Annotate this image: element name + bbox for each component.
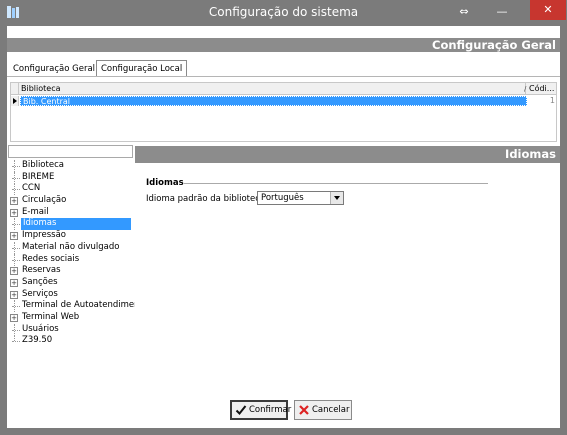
- expand-icon[interactable]: +: [10, 290, 18, 299]
- dialog-client: Configuração Geral Configuração Geral Co…: [7, 26, 560, 428]
- tree-filter-input[interactable]: [8, 145, 133, 158]
- tree-item-label: BIREME: [22, 171, 55, 182]
- restore-icon[interactable]: ⇔: [453, 3, 475, 21]
- cell-biblioteca[interactable]: Bib. Central: [20, 96, 527, 106]
- table-row[interactable]: Bib. Central 1: [11, 96, 556, 106]
- tree-item-label: Serviços: [22, 288, 58, 299]
- tree-item-reservas[interactable]: + Reservas: [9, 265, 135, 277]
- row-indicator: [11, 96, 19, 106]
- tree-item-label: Circulação: [22, 195, 67, 206]
- title-bar[interactable]: Configuração do sistema ⇔ — ✕: [0, 0, 567, 26]
- tree-item-label: Redes sociais: [22, 253, 80, 264]
- tree-item-impressao[interactable]: + Impressão: [9, 230, 135, 242]
- tree-item-biblioteca[interactable]: Biblioteca: [9, 160, 135, 172]
- tree-branch: [12, 224, 20, 226]
- tree-item-servicos[interactable]: + Serviços: [9, 289, 135, 301]
- sort-icon: /: [524, 85, 527, 93]
- window-title: Configuração do sistema: [208, 5, 359, 19]
- expand-icon[interactable]: +: [10, 232, 18, 241]
- cancel-button-label: Cancelar: [312, 405, 350, 415]
- tree-item-label: Reservas: [22, 265, 61, 276]
- tree-branch: [12, 329, 20, 331]
- tree-item-label: Biblioteca: [22, 160, 64, 170]
- tree-item-ccn[interactable]: CCN: [9, 183, 135, 196]
- tree-item-email[interactable]: + E-mail: [9, 207, 135, 219]
- expand-icon[interactable]: +: [10, 208, 18, 217]
- language-field-label: Idioma padrão da biblioteca: [146, 194, 266, 204]
- tab-divider: [7, 76, 560, 77]
- tree-item-label: E-mail: [22, 206, 49, 217]
- minimize-icon[interactable]: —: [491, 3, 513, 21]
- tree-item-label: CCN: [22, 183, 41, 194]
- checkmark-icon: [235, 405, 247, 415]
- tree-branch: [12, 189, 20, 191]
- tree-item-bireme[interactable]: BIREME: [9, 171, 135, 184]
- column-header-biblioteca-label: Biblioteca: [21, 84, 61, 93]
- current-row-arrow-icon: [13, 98, 17, 104]
- tree-item-label: Sanções: [22, 276, 58, 287]
- tree-item-label: Z39.50: [22, 335, 53, 346]
- tree-item-label: Impressão: [22, 230, 66, 241]
- tree-branch: [12, 166, 20, 167]
- grid-header: Biblioteca / Códi...: [11, 83, 556, 95]
- tree-item-label: Terminal Web: [22, 311, 80, 322]
- tree-item-terminal-web[interactable]: + Terminal Web: [9, 312, 135, 324]
- tree-branch: [12, 306, 20, 308]
- cancel-x-icon: [299, 405, 309, 415]
- settings-detail-panel: Idiomas Idiomas Idioma padrão da bibliot…: [135, 144, 560, 428]
- chevron-down-icon[interactable]: [330, 192, 343, 204]
- confirm-button[interactable]: Confirmar: [230, 400, 292, 420]
- tree-item-circulacao[interactable]: + Circulação: [9, 195, 135, 207]
- tree-item-z3950[interactable]: Z39.50: [9, 335, 135, 347]
- column-header-codigo[interactable]: Códi...: [529, 83, 557, 95]
- tab-configuracao-local[interactable]: Configuração Local: [96, 60, 188, 77]
- tree-branch: [12, 259, 20, 261]
- tree-branch: [12, 341, 20, 343]
- grid-indicator-header: [11, 83, 19, 95]
- config-window: Configuração do sistema ⇔ — ✕ Configuraç…: [0, 0, 567, 435]
- tree-item-redes-sociais[interactable]: Redes sociais: [9, 253, 135, 266]
- tree-item-label: Usuários: [22, 323, 59, 334]
- tree-item-label: Terminal de Autoatendiment: [22, 300, 143, 311]
- expand-icon[interactable]: +: [10, 197, 18, 206]
- confirm-button-label: Confirmar: [249, 405, 292, 415]
- section-banner-title: Idiomas: [505, 147, 556, 161]
- tree-item-label: Material não divulgado: [22, 241, 120, 252]
- language-select-value: Português: [261, 193, 304, 203]
- language-select[interactable]: Português: [257, 191, 344, 205]
- group-title: Idiomas: [146, 178, 184, 188]
- cell-codigo[interactable]: 1: [529, 96, 556, 106]
- group-divider: [184, 183, 488, 184]
- expand-icon[interactable]: +: [10, 278, 18, 287]
- tree-item-sancoes[interactable]: + Sanções: [9, 277, 135, 289]
- tree-item-usuarios[interactable]: Usuários: [9, 323, 135, 336]
- tree-branch: [12, 177, 20, 179]
- tree-item-idiomas[interactable]: Idiomas: [9, 218, 135, 231]
- expand-icon[interactable]: +: [10, 267, 18, 276]
- expand-icon[interactable]: +: [10, 313, 18, 322]
- cancel-button[interactable]: Cancelar: [294, 400, 352, 420]
- header-banner: Configuração Geral: [7, 38, 560, 52]
- close-button[interactable]: ✕: [530, 0, 566, 20]
- column-header-biblioteca[interactable]: Biblioteca /: [21, 83, 526, 95]
- library-grid[interactable]: Biblioteca / Códi... Bib. Central 1: [10, 82, 557, 142]
- settings-tree-panel: Biblioteca BIREME CCN + Circulação + E-mai…: [7, 144, 143, 428]
- tree-branch: [12, 247, 20, 249]
- section-banner: Idiomas: [135, 146, 560, 163]
- tree-item-material-nao-divulgado[interactable]: Material não divulgado: [9, 241, 135, 254]
- tree-item-label: Idiomas: [21, 218, 131, 231]
- header-banner-title: Configuração Geral: [432, 38, 556, 52]
- tree-item-terminal-autoatendimento[interactable]: Terminal de Autoatendiment: [9, 300, 143, 313]
- settings-tree: Biblioteca BIREME CCN + Circulação + E-mai…: [9, 160, 143, 347]
